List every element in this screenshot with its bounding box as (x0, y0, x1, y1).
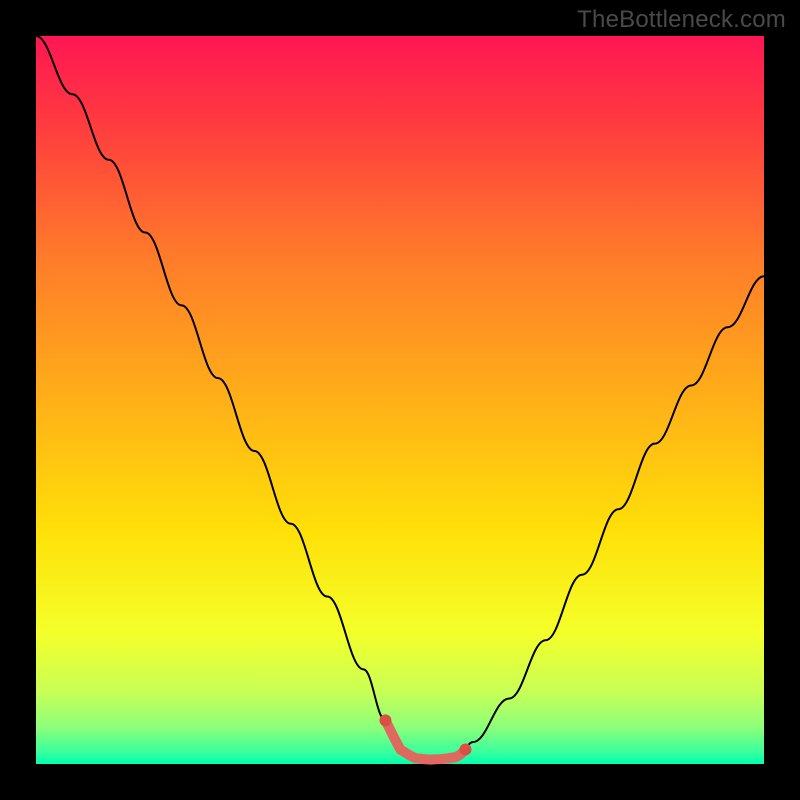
trough-endcap-left (379, 714, 391, 726)
watermark-text: TheBottleneck.com (577, 6, 786, 34)
plot-background (36, 36, 764, 764)
page-root: { "watermark": "TheBottleneck.com", "col… (0, 0, 800, 800)
bottleneck-chart (0, 0, 800, 800)
trough-endcap-right (460, 743, 472, 755)
